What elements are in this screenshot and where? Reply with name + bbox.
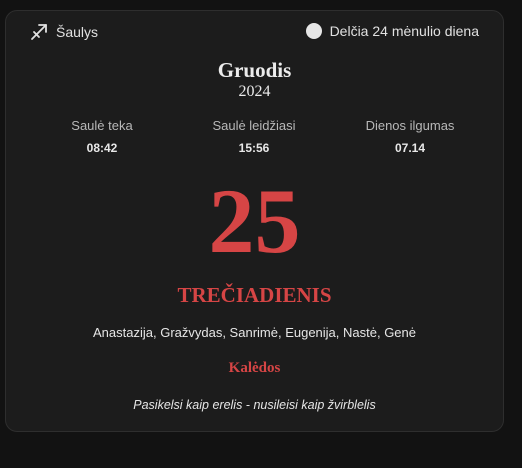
- namedays-list: Anastazija, Gražvydas, Sanrimė, Eugenija…: [93, 325, 416, 340]
- sunset-info: Saulė leidžiasi 15:56: [184, 118, 324, 155]
- day-number: 25: [208, 170, 301, 272]
- sunrise-label: Saulė teka: [71, 118, 133, 133]
- sunrise-value: 08:42: [86, 141, 118, 155]
- card-header: Šaulys Delčia 24 mėnulio diena: [6, 23, 503, 45]
- zodiac-label: Šaulys: [56, 24, 99, 40]
- month-title: Gruodis: [217, 58, 292, 82]
- moon-icon: [305, 23, 322, 39]
- moon-phase-label: Delčia 24 mėnulio diena: [329, 23, 479, 39]
- holiday-label: Kalėdos: [228, 360, 281, 376]
- sunrise-info: Saulė teka 08:42: [32, 118, 172, 155]
- year-label: 2024: [238, 83, 271, 100]
- sagittarius-icon: [30, 23, 48, 41]
- calendar-card: Šaulys Delčia 24 mėnulio diena Gruodis 2…: [5, 10, 504, 432]
- moon-phase: Delčia 24 mėnulio diena: [305, 23, 479, 39]
- weekday-label: TREČIADIENIS: [177, 283, 332, 307]
- daylength-value: 07.14: [394, 141, 426, 155]
- proverb-text: Pasikelsi kaip erelis - nusileisi kaip ž…: [133, 398, 376, 412]
- daylength-info: Dienos ilgumas 07.14: [340, 118, 480, 155]
- sunset-value: 15:56: [238, 141, 270, 155]
- daylength-label: Dienos ilgumas: [365, 118, 455, 133]
- sunset-label: Saulė leidžiasi: [212, 118, 296, 133]
- zodiac-sign: Šaulys: [30, 23, 98, 41]
